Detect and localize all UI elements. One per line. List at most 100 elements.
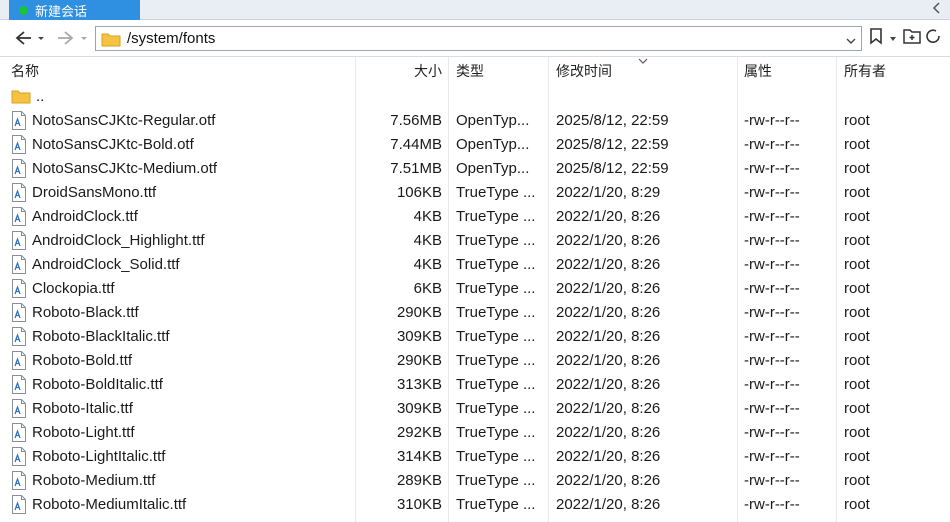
file-row[interactable]: Roboto-Italic.ttf 309KB TrueType ... 2022/1… — [0, 396, 950, 420]
sort-descending-icon — [638, 57, 648, 68]
column-header-modified[interactable]: 修改时间 — [556, 57, 612, 84]
file-size: 313KB — [396, 375, 442, 393]
file-modified: 2022/1/20, 8:26 — [556, 231, 661, 249]
file-modified: 2022/1/20, 8:26 — [556, 351, 661, 369]
folder-icon — [101, 33, 121, 46]
file-size: 4KB — [413, 231, 442, 249]
column-header-name[interactable]: 名称 — [11, 57, 39, 84]
file-attributes: -rw-r--r-- — [744, 135, 800, 153]
new-folder-icon[interactable] — [902, 27, 922, 49]
file-modified: 2022/1/20, 8:26 — [556, 327, 661, 345]
font-file-icon — [12, 446, 26, 466]
file-name: NotoSansCJKtc-Medium.otf — [32, 159, 218, 177]
file-row[interactable]: Roboto-BlackItalic.ttf 309KB TrueType ... 2… — [0, 324, 950, 348]
address-bar[interactable]: /system/fonts — [95, 26, 862, 51]
file-name: Roboto-MediumItalic.ttf — [32, 495, 187, 513]
file-row[interactable]: NotoSansCJKtc-Bold.otf 7.44MB OpenTyp... 20… — [0, 132, 950, 156]
font-file-icon — [12, 470, 26, 490]
folder-icon — [11, 90, 31, 104]
file-row[interactable]: Roboto-BoldItalic.ttf 313KB TrueType ... 20… — [0, 372, 950, 396]
session-tab[interactable]: 新建会话 — [9, 0, 140, 20]
file-type: OpenTyp... — [456, 135, 530, 153]
file-size: 7.51MB — [390, 159, 442, 177]
font-file-icon — [12, 374, 26, 394]
file-attributes: -rw-r--r-- — [744, 159, 800, 177]
font-file-icon — [12, 110, 26, 130]
connection-status-icon — [19, 5, 28, 15]
parent-directory-row[interactable]: .. — [0, 84, 950, 108]
file-attributes: -rw-r--r-- — [744, 183, 800, 201]
file-type: TrueType ... — [456, 495, 536, 513]
arrow-left-icon — [15, 31, 44, 45]
file-owner: root — [844, 111, 870, 129]
file-row[interactable]: Roboto-Light.ttf 292KB TrueType ... 2022/1/… — [0, 420, 950, 444]
current-path[interactable]: /system/fonts — [127, 30, 215, 47]
arrow-right-icon — [58, 31, 87, 45]
file-name: Roboto-Bold.ttf — [32, 351, 133, 369]
file-type: TrueType ... — [456, 471, 536, 489]
file-type: TrueType ... — [456, 279, 536, 297]
file-row[interactable]: AndroidClock.ttf 4KB TrueType ... 2022/1/20… — [0, 204, 950, 228]
file-row[interactable]: DroidSansMono.ttf 106KB TrueType ... 2022/1… — [0, 180, 950, 204]
toolbar-right-actions — [868, 27, 942, 49]
file-attributes: -rw-r--r-- — [744, 495, 800, 513]
file-modified: 2022/1/20, 8:26 — [556, 399, 661, 417]
file-type: TrueType ... — [456, 447, 536, 465]
refresh-icon[interactable] — [926, 27, 942, 49]
file-name: AndroidClock_Highlight.ttf — [32, 231, 205, 249]
file-modified: 2022/1/20, 8:26 — [556, 303, 661, 321]
file-row[interactable]: NotoSansCJKtc-Regular.otf 7.56MB OpenTyp..… — [0, 108, 950, 132]
file-owner: root — [844, 327, 870, 345]
file-attributes: -rw-r--r-- — [744, 279, 800, 297]
bookmark-dropdown-icon[interactable] — [888, 29, 898, 48]
column-header-type[interactable]: 类型 — [456, 57, 484, 84]
file-name: NotoSansCJKtc-Bold.otf — [32, 135, 194, 153]
file-name: Roboto-BlackItalic.ttf — [32, 327, 170, 345]
file-name: Roboto-Light.ttf — [32, 423, 135, 441]
file-type: OpenTyp... — [456, 111, 530, 129]
font-file-icon — [12, 422, 26, 442]
font-file-icon — [12, 494, 26, 514]
file-name: Roboto-LightItalic.ttf — [32, 447, 166, 465]
font-file-icon — [12, 302, 26, 322]
file-owner: root — [844, 423, 870, 441]
file-name: DroidSansMono.ttf — [32, 183, 157, 201]
file-name: Clockopia.ttf — [32, 279, 115, 297]
file-owner: root — [844, 159, 870, 177]
file-size: 290KB — [396, 351, 442, 369]
bookmark-icon[interactable] — [868, 27, 884, 49]
file-row[interactable]: Roboto-MediumItalic.ttf 310KB TrueType ...… — [0, 492, 950, 516]
file-row[interactable]: AndroidClock_Highlight.ttf 4KB TrueType ..… — [0, 228, 950, 252]
file-attributes: -rw-r--r-- — [744, 327, 800, 345]
file-owner: root — [844, 399, 870, 417]
back-button[interactable] — [12, 27, 48, 49]
file-modified: 2022/1/20, 8:26 — [556, 279, 661, 297]
column-header-owner[interactable]: 所有者 — [844, 57, 886, 84]
file-type: TrueType ... — [456, 183, 536, 201]
column-header-attributes[interactable]: 属性 — [744, 57, 772, 84]
file-row[interactable]: Roboto-Medium.ttf 289KB TrueType ... 2022/1… — [0, 468, 950, 492]
file-attributes: -rw-r--r-- — [744, 207, 800, 225]
file-row[interactable]: AndroidClock_Solid.ttf 4KB TrueType ... 202… — [0, 252, 950, 276]
file-row[interactable]: NotoSansCJKtc-Medium.otf 7.51MB OpenTyp...… — [0, 156, 950, 180]
file-row[interactable]: Roboto-Black.ttf 290KB TrueType ... 2022/1/… — [0, 300, 950, 324]
file-row[interactable]: Clockopia.ttf 6KB TrueType ... 2022/1/20, 8… — [0, 276, 950, 300]
address-dropdown-icon[interactable] — [845, 32, 857, 51]
tab-scroll-left-icon[interactable] — [930, 2, 944, 16]
font-file-icon — [12, 398, 26, 418]
file-row[interactable]: Roboto-Bold.ttf 290KB TrueType ... 2022/1/2… — [0, 348, 950, 372]
file-type: OpenTyp... — [456, 159, 530, 177]
session-tab-label: 新建会话 — [35, 4, 88, 20]
file-owner: root — [844, 255, 870, 273]
file-owner: root — [844, 351, 870, 369]
file-type: TrueType ... — [456, 423, 536, 441]
font-file-icon — [12, 278, 26, 298]
forward-button[interactable] — [55, 27, 91, 49]
file-row[interactable]: Roboto-LightItalic.ttf 314KB TrueType ... 2… — [0, 444, 950, 468]
file-size: 106KB — [396, 183, 442, 201]
file-modified: 2022/1/20, 8:26 — [556, 423, 661, 441]
file-name: Roboto-Italic.ttf — [32, 399, 133, 417]
column-header-size[interactable]: 大小 — [356, 57, 442, 84]
font-file-icon — [12, 230, 26, 250]
file-type: TrueType ... — [456, 207, 536, 225]
